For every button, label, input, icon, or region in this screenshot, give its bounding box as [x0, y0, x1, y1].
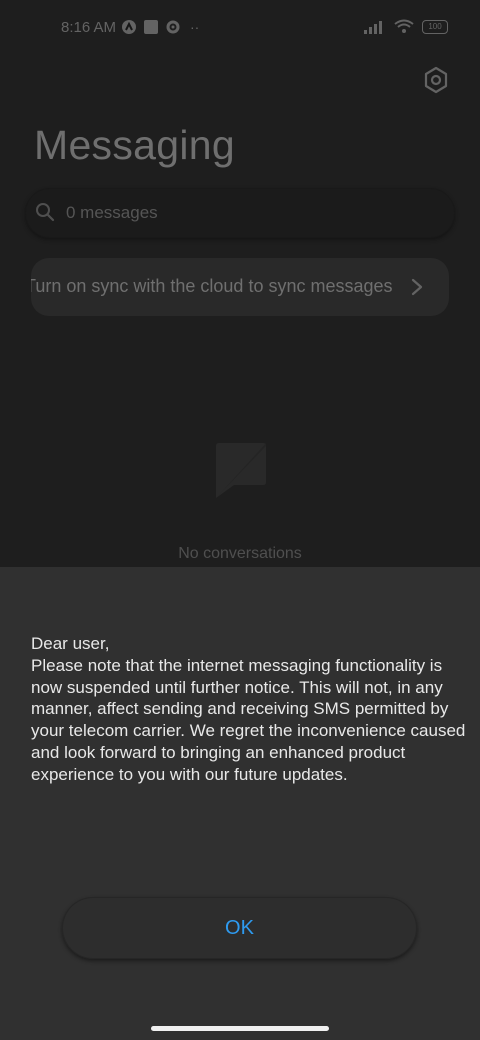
dialog-body: Please note that the internet messaging … — [31, 655, 466, 784]
dialog-greeting: Dear user, — [31, 634, 110, 653]
ok-button[interactable]: OK — [62, 897, 417, 959]
home-indicator[interactable] — [151, 1026, 329, 1031]
dialog-message: Dear user, Please note that the internet… — [31, 633, 471, 786]
dialog-scrim[interactable] — [0, 0, 480, 567]
